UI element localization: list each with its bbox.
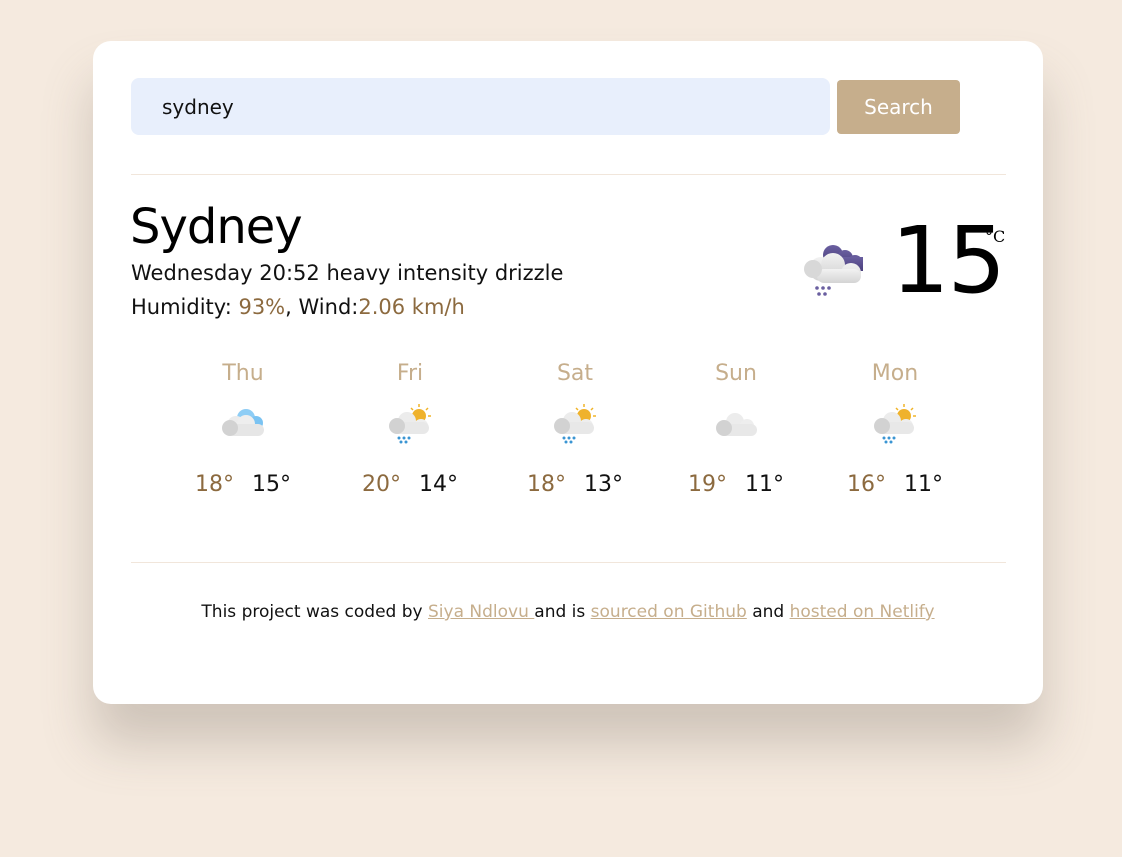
forecast-max: 16°	[847, 472, 886, 497]
current-temperature: 15	[891, 207, 1006, 314]
wind-label: , Wind:	[285, 295, 359, 319]
city-name: Sydney	[130, 199, 303, 255]
forecast-day-name: Thu	[222, 361, 264, 386]
humidity-wind: Humidity: 93%, Wind:2.06 km/h	[131, 293, 465, 321]
bottom-divider	[131, 562, 1006, 563]
forecast-max: 19°	[688, 472, 727, 497]
footer-middle-2: and	[746, 602, 790, 622]
unit-celsius[interactable]: °C	[985, 227, 1005, 246]
top-divider	[131, 174, 1006, 175]
forecast-day-name: Fri	[396, 361, 424, 386]
forecast-min: 11°	[904, 472, 943, 497]
netlify-link[interactable]: hosted on Netlify	[790, 602, 935, 622]
wind-value: 2.06 km/h	[358, 295, 465, 319]
rain-cloud-night-icon	[804, 245, 863, 296]
humidity-label: Humidity:	[131, 295, 239, 319]
forecast-min: 15°	[252, 472, 291, 497]
sun-rain-cloud-icon	[389, 404, 431, 444]
weather-description: heavy intensity drizzle	[326, 261, 564, 285]
forecast-day: Fri 20° 14°	[330, 358, 490, 500]
city-search-input[interactable]	[131, 78, 830, 135]
sun-rain-cloud-icon	[554, 404, 596, 444]
forecast-day-name: Sun	[715, 361, 757, 386]
date-description: Wednesday 20:52 heavy intensity drizzle	[131, 259, 563, 287]
weather-card: Search Sydney Wednesday 20:52 heavy inte…	[93, 41, 1043, 704]
forecast-max: 18°	[195, 472, 234, 497]
forecast-day-name: Sat	[556, 361, 594, 386]
forecast-max: 20°	[362, 472, 401, 497]
forecast-day: Thu 18° 15°	[163, 358, 323, 500]
forecast-day: Mon 16° 11°	[815, 358, 975, 500]
footer-prefix: This project was coded by	[201, 602, 428, 622]
forecast-min: 14°	[419, 472, 458, 497]
search-button[interactable]: Search	[837, 80, 960, 134]
forecast-day: Sun 19° 11°	[656, 358, 816, 500]
author-link[interactable]: Siya Ndlovu	[428, 602, 534, 622]
humidity-value: 93%	[238, 295, 286, 319]
footer-middle-1: and is	[534, 602, 591, 622]
forecast-max: 18°	[527, 472, 566, 497]
sun-rain-cloud-icon	[874, 404, 916, 444]
footer: This project was coded by Siya Ndlovu an…	[93, 602, 1043, 622]
forecast-min: 11°	[745, 472, 784, 497]
cloudy-icon	[222, 409, 264, 436]
forecast-min: 13°	[584, 472, 623, 497]
day-time: Wednesday 20:52	[131, 261, 320, 285]
forecast: Thu 18° 15° Fri 20° 14° Sat 18° 13° Sun …	[93, 358, 1043, 518]
cloud-icon	[716, 413, 757, 436]
github-link[interactable]: sourced on Github	[591, 602, 747, 622]
forecast-day-name: Mon	[871, 361, 919, 386]
forecast-day: Sat 18° 13°	[495, 358, 655, 500]
